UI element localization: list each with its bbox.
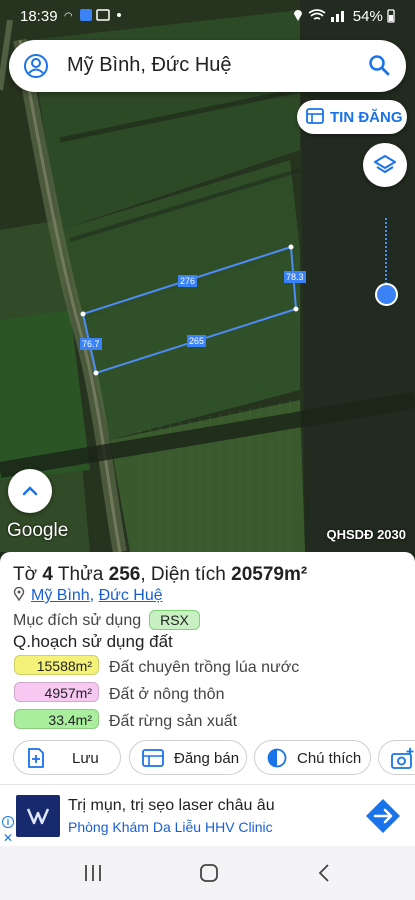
sheet-number: 4 bbox=[42, 564, 53, 585]
account-icon[interactable] bbox=[23, 53, 49, 79]
purpose-code-badge: RSX bbox=[149, 610, 200, 630]
parcel-title: Tờ 4 Thửa 256, Diện tích 20579m² bbox=[13, 564, 307, 586]
dimension-label-top: 276 bbox=[178, 275, 198, 287]
google-logo: Google bbox=[7, 520, 69, 541]
battery-icon bbox=[387, 9, 395, 23]
plan-row: 33.4m² Đất rừng sản xuất bbox=[14, 709, 237, 731]
sell-button[interactable]: Đăng bán bbox=[129, 740, 247, 775]
back-icon[interactable] bbox=[317, 864, 331, 882]
ad-headline[interactable]: Trị mụn, trị sẹo laser châu âu bbox=[68, 797, 275, 815]
area-value: 20579m² bbox=[231, 564, 308, 585]
plan-desc: Đất ở nông thôn bbox=[109, 686, 225, 703]
recent-apps-icon[interactable] bbox=[84, 864, 102, 882]
save-button[interactable]: Lưu bbox=[13, 740, 121, 775]
system-nav-bar bbox=[0, 846, 415, 900]
lot-prefix: Thửa bbox=[57, 564, 104, 585]
planning-title: Q.hoạch sử dụng đất bbox=[13, 632, 173, 651]
parcel-info-sheet: Tờ 4 Thửa 256, Diện tích 20579m² Mỹ Bình… bbox=[0, 552, 415, 784]
sell-label: Đăng bán bbox=[174, 750, 240, 767]
add-photo-button[interactable] bbox=[378, 740, 415, 775]
listing-icon bbox=[142, 749, 164, 767]
ad-close-icon[interactable]: ✕ bbox=[3, 831, 13, 845]
advertiser-logo bbox=[16, 795, 60, 837]
clinic-logo-mark bbox=[26, 808, 50, 825]
status-bar: 18:39 ◠ 54% bbox=[0, 0, 415, 34]
location-wifi-signal-icons bbox=[294, 9, 344, 22]
lot-number: 256 bbox=[108, 564, 141, 585]
plan-desc: Đất chuyên trồng lúa nước bbox=[109, 659, 300, 676]
planning-layer-label: QHSDĐ 2030 bbox=[326, 527, 406, 542]
layers-button[interactable] bbox=[363, 143, 407, 187]
ward-link[interactable]: Mỹ Bình bbox=[31, 587, 90, 604]
land-use-purpose: Mục đích sử dụng RSX bbox=[13, 610, 200, 630]
home-icon[interactable] bbox=[199, 864, 219, 882]
plan-area: 15588m² bbox=[14, 655, 99, 675]
notification-icon-row: ◠ bbox=[64, 9, 121, 22]
sheet-prefix: Tờ bbox=[13, 564, 38, 585]
dimension-label-right: 78.3 bbox=[284, 271, 306, 283]
district-link[interactable]: Đức Huệ bbox=[99, 587, 163, 604]
contrast-icon bbox=[267, 748, 287, 768]
plan-row: 4957m² Đất ở nông thôn bbox=[14, 682, 224, 704]
ad-advertiser[interactable]: Phòng Khám Da Liễu HHV Clinic bbox=[68, 819, 273, 835]
location-separator: , bbox=[89, 587, 95, 604]
layers-icon bbox=[374, 155, 396, 173]
battery-percent: 54% bbox=[352, 8, 383, 25]
satellite-map[interactable]: 276 78.3 265 76.7 18:39 ◠ 54% Mỹ Bình, Đ… bbox=[0, 0, 415, 552]
chevron-up-icon bbox=[22, 486, 38, 496]
tin-dang-button[interactable]: TIN ĐĂNG bbox=[297, 100, 407, 134]
add-document-icon bbox=[28, 748, 44, 768]
add-photo-icon bbox=[391, 748, 414, 769]
ad-info-icon[interactable]: i bbox=[2, 816, 14, 828]
plan-area: 33.4m² bbox=[14, 709, 99, 729]
status-time: 18:39 bbox=[20, 8, 58, 25]
opacity-slider-track[interactable] bbox=[385, 218, 387, 288]
ad-banner[interactable]: i ✕ Trị mụn, trị sẹo laser châu âu Phòng… bbox=[0, 784, 415, 846]
location-pin-icon bbox=[13, 587, 25, 601]
opacity-slider-knob[interactable] bbox=[375, 283, 398, 306]
ad-arrow-icon[interactable] bbox=[364, 797, 402, 835]
expand-up-button[interactable] bbox=[8, 469, 52, 513]
notification-icons: ◠ bbox=[64, 8, 124, 25]
area-prefix: , Diện tích bbox=[140, 564, 226, 585]
battery-indicator: 54% bbox=[353, 8, 395, 25]
system-icons bbox=[293, 8, 349, 25]
plan-area: 4957m² bbox=[14, 682, 99, 702]
search-bar[interactable]: Mỹ Bình, Đức Huệ bbox=[9, 40, 406, 92]
search-location-title[interactable]: Mỹ Bình, Đức Huệ bbox=[67, 54, 232, 77]
plan-row: 15588m² Đất chuyên trồng lúa nước bbox=[14, 655, 299, 677]
tin-dang-label: TIN ĐĂNG bbox=[330, 109, 403, 126]
search-icon[interactable] bbox=[368, 54, 390, 76]
listing-icon bbox=[306, 108, 324, 124]
dimension-label-bottom: 265 bbox=[187, 335, 207, 347]
plan-desc: Đất rừng sản xuất bbox=[109, 713, 238, 730]
legend-label: Chú thích bbox=[297, 750, 362, 767]
dimension-label-left: 76.7 bbox=[80, 338, 102, 350]
parcel-location: Mỹ Bình, Đức Huệ bbox=[13, 587, 163, 605]
legend-button[interactable]: Chú thích bbox=[254, 740, 371, 775]
svg-text:◠: ◠ bbox=[64, 11, 76, 22]
save-label: Lưu bbox=[72, 750, 99, 767]
purpose-label: Mục đích sử dụng bbox=[13, 612, 142, 629]
